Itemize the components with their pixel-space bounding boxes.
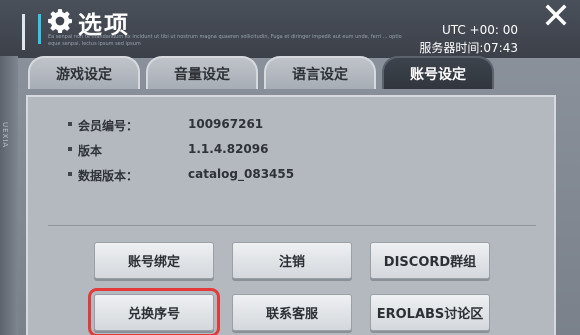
header-accent-cyan	[38, 14, 41, 44]
info-label-data-version: 数据版本：	[78, 169, 139, 183]
info-label-member-id: 会员编号：	[78, 119, 139, 133]
close-button[interactable]	[532, 0, 580, 30]
gear-icon	[48, 9, 72, 34]
info-row-data-version: 数据版本： catalog_083455	[68, 167, 294, 184]
logout-button[interactable]: 注销	[232, 242, 352, 279]
contact-support-button[interactable]: 联系客服	[232, 294, 352, 331]
divider	[48, 225, 536, 226]
tab-game-settings[interactable]: 游戏设定	[28, 56, 140, 89]
bullet-icon	[68, 172, 72, 176]
header-subtitle: Ea senpai non te mandandum ex incidunt u…	[48, 34, 402, 47]
info-value-member-id: 100967261	[188, 117, 264, 131]
tab-volume-settings[interactable]: 音量设定	[146, 56, 258, 89]
tab-account-settings[interactable]: 账号设定	[382, 56, 494, 89]
info-row-member-id: 会员编号： 100967261	[68, 117, 263, 134]
bind-account-button[interactable]: 账号绑定	[94, 242, 214, 279]
discord-group-button[interactable]: DISCORD群组	[370, 242, 490, 279]
info-value-version: 1.1.4.82096	[188, 142, 269, 156]
tab-language-settings[interactable]: 语言设定	[264, 56, 376, 89]
header-accent-white	[22, 14, 25, 50]
close-icon	[545, 4, 567, 26]
redeem-code-button[interactable]: 兑换序号	[88, 288, 220, 335]
header-bar: 选项 Ea senpai non te mandandum ex incidun…	[0, 0, 580, 58]
bullet-icon	[68, 122, 72, 126]
info-value-data-version: catalog_083455	[188, 167, 295, 181]
info-row-version: 版本 1.1.4.82096	[68, 142, 268, 159]
left-strip-text: UEXIA	[1, 122, 9, 149]
utc-label: UTC +00: 00	[441, 23, 518, 37]
account-settings-panel: 会员编号： 100967261 版本 1.1.4.82096 数据版本： cat…	[26, 95, 556, 335]
server-time-label: 服务器时间:07:43	[419, 41, 518, 55]
erolabs-forum-button[interactable]: EROLABS讨论区	[370, 294, 490, 331]
bullet-icon	[68, 147, 72, 151]
left-side-strip: UEXIA	[0, 56, 18, 335]
info-label-version: 版本	[78, 144, 103, 158]
